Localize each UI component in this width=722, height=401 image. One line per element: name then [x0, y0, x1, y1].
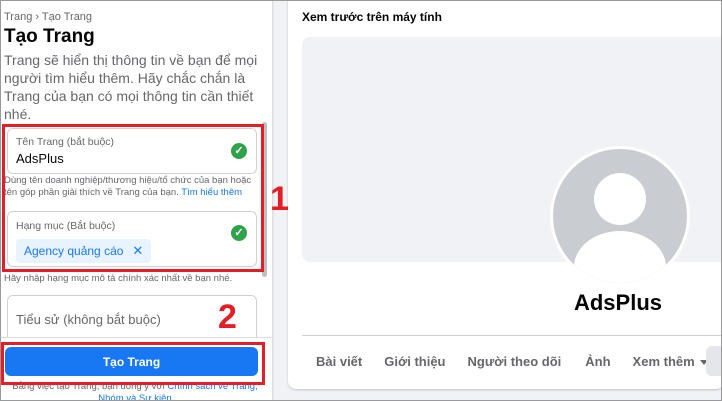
tab-posts[interactable]: Bài viết [316, 354, 362, 369]
preview-page-name: AdsPlus [573, 290, 663, 315]
check-circle-icon: ✓ [231, 143, 247, 159]
terms-text: Bằng việc tạo Trang, bạn đồng ý với Chín… [10, 381, 260, 401]
page-description: Trang sẽ hiển thị thông tin về bạn để mọ… [4, 52, 258, 122]
preview-title: Xem trước trên máy tính [302, 10, 442, 24]
page-name-input[interactable]: AdsPlus [16, 151, 64, 166]
tabs-divider [302, 335, 722, 336]
annotation-number-1: 1 [270, 180, 289, 218]
breadcrumb[interactable]: Trang › Tạo Trang [4, 11, 92, 23]
page-name-field[interactable]: Tên Trang (bắt buộc) AdsPlus ✓ [7, 128, 257, 174]
category-help: Hãy nhập hạng mục mô tả chính xác nhất v… [4, 273, 233, 284]
page-name-label: Tên Trang (bắt buộc) [16, 136, 115, 148]
tab-more[interactable]: Xem thêm [633, 354, 708, 369]
category-chip-label: Agency quảng cáo [24, 244, 124, 258]
close-icon[interactable]: ✕ [132, 243, 143, 259]
profile-picture [553, 149, 687, 283]
page-name-help: Dùng tên doanh nghiệp/thương hiệu/tổ chứ… [4, 175, 252, 198]
bio-placeholder[interactable]: Tiểu sử (không bắt buộc) [16, 312, 161, 327]
create-page-button[interactable]: Tạo Trang [5, 347, 258, 376]
tab-about[interactable]: Giới thiệu [384, 354, 445, 369]
preview-tabs: Bài viết Giới thiệu Người theo dõi Ảnh X… [316, 354, 708, 369]
learn-more-link[interactable]: Tìm hiểu thêm [181, 187, 242, 198]
create-page-form-panel: Trang › Tạo Trang Tạo Trang Trang sẽ hiể… [0, 0, 272, 401]
default-avatar-icon [574, 173, 666, 283]
tab-photos[interactable]: Ảnh [585, 354, 610, 369]
category-chip[interactable]: Agency quảng cáo ✕ [16, 239, 152, 263]
annotation-number-2: 2 [218, 298, 237, 336]
more-actions-button[interactable] [706, 346, 722, 376]
category-field[interactable]: Hạng mục (Bắt buộc) Agency quảng cáo ✕ ✓ [7, 211, 257, 267]
tab-followers[interactable]: Người theo dõi [468, 354, 562, 369]
check-circle-icon: ✓ [231, 225, 247, 241]
page-title: Tạo Trang [4, 26, 95, 47]
category-label: Hạng mục (Bắt buộc) [16, 220, 116, 232]
form-scrollbar[interactable] [262, 122, 267, 277]
